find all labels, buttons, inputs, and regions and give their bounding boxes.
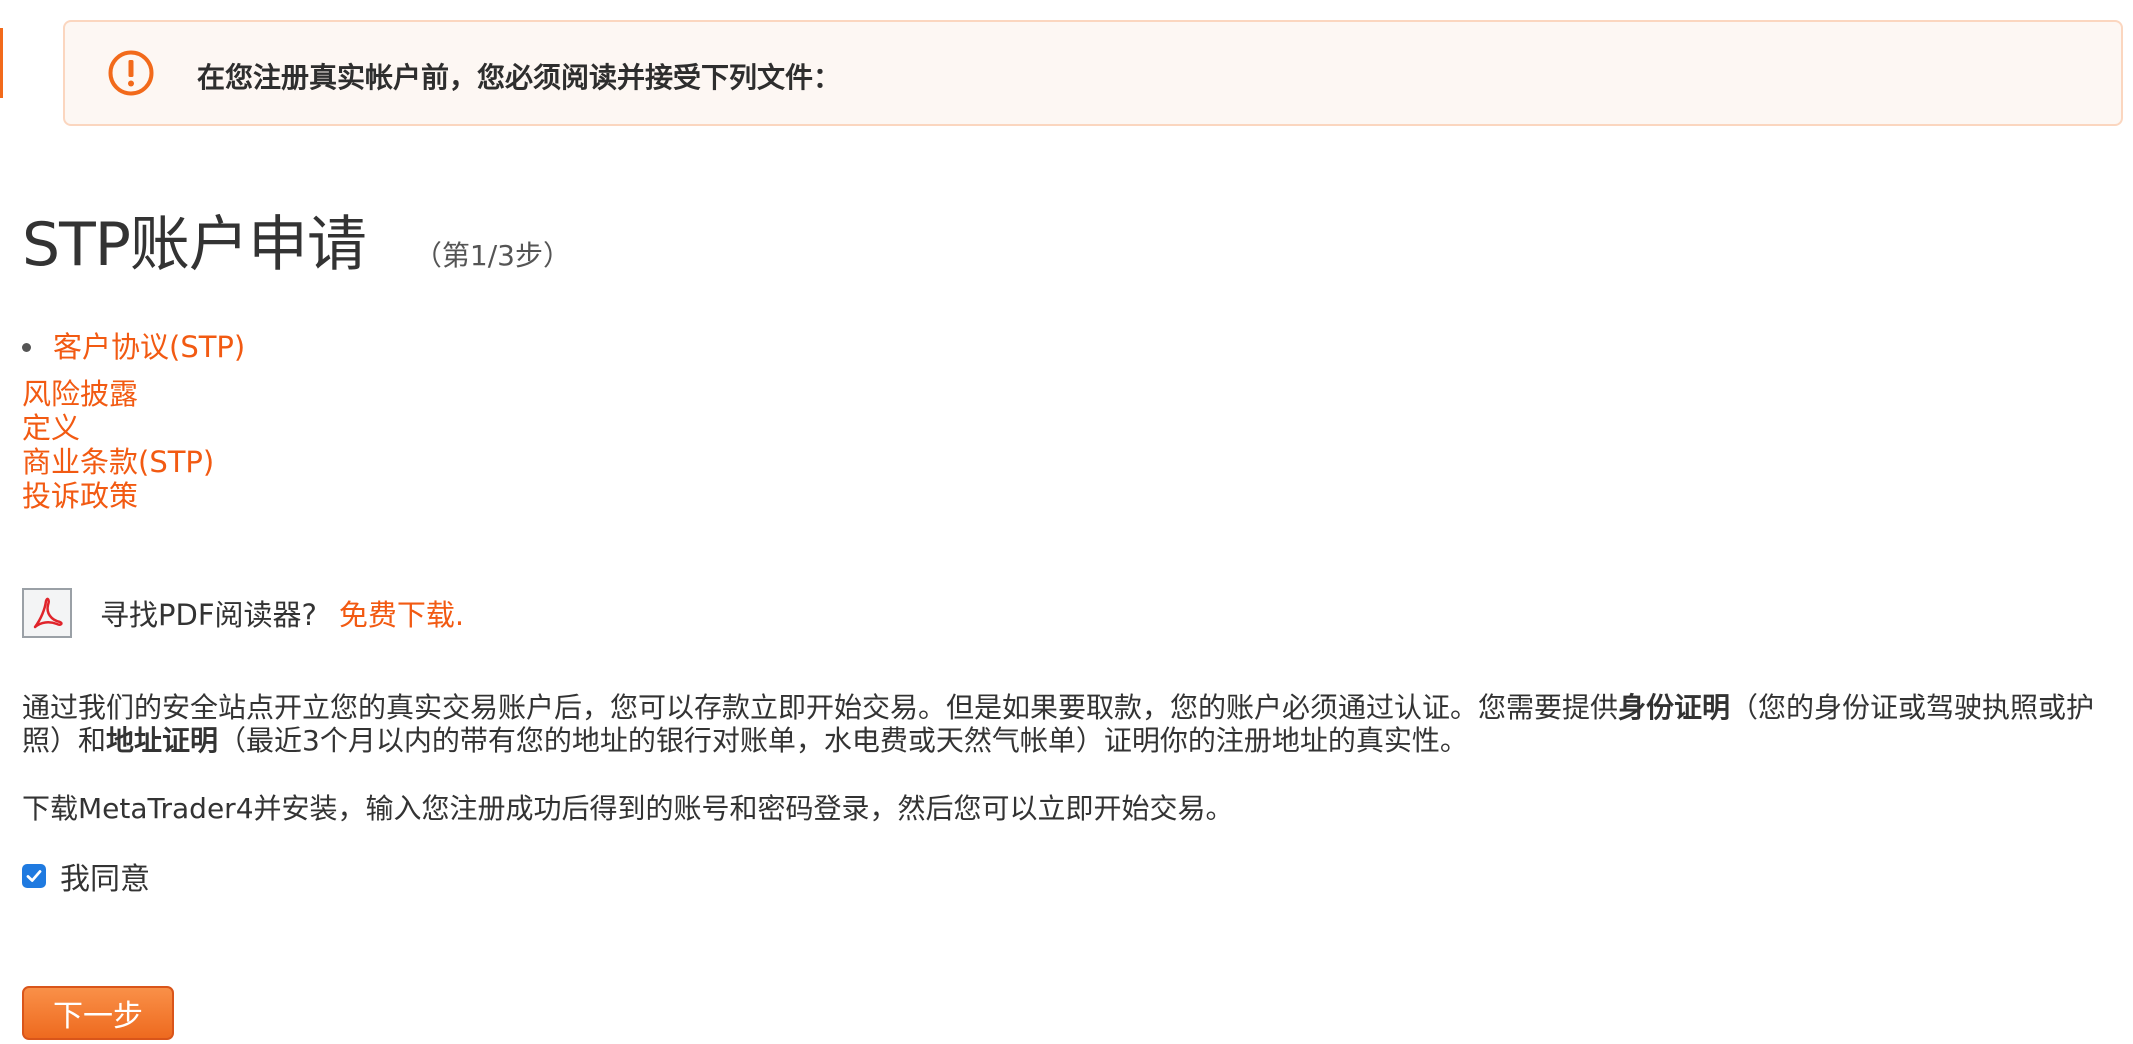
- agree-checkbox[interactable]: [22, 864, 46, 888]
- document-link-definitions[interactable]: 定义: [22, 411, 245, 445]
- agree-row: 我同意: [22, 854, 150, 898]
- agree-label[interactable]: 我同意: [60, 854, 150, 898]
- document-list: 客户协议(STP) 风险披露 定义 商业条款(STP) 投诉政策: [22, 330, 245, 513]
- info-text-part: 通过我们的安全站点开立您的真实交易账户后，您可以存款立即开始交易。但是如果要取款…: [22, 691, 1619, 724]
- bullet-icon: [22, 342, 31, 352]
- info-text-part: （最近3个月以内的带有您的地址的银行对账单，水电费或天然气帐单）证明你的注册地址…: [218, 724, 1468, 757]
- mt4-instructions: 下载MetaTrader4并安装，输入您注册成功后得到的账号和密码登录，然后您可…: [22, 792, 1234, 825]
- free-download-link[interactable]: 免费下载.: [339, 592, 464, 634]
- document-link-complaints-policy[interactable]: 投诉政策: [22, 479, 245, 513]
- address-proof-label: 地址证明: [106, 724, 219, 757]
- left-edge-accent: [0, 28, 3, 98]
- identity-proof-label: 身份证明: [1618, 691, 1731, 724]
- account-info-paragraph: 通过我们的安全站点开立您的真实交易账户后，您可以存款立即开始交易。但是如果要取款…: [22, 691, 2132, 757]
- step-indicator: （第1/3步）: [413, 239, 571, 272]
- notice-banner: 在您注册真实帐户前，您必须阅读并接受下列文件：: [63, 20, 2123, 126]
- document-link-risk-disclosure[interactable]: 风险披露: [22, 377, 245, 411]
- checkmark-icon: [26, 870, 42, 882]
- page: 在您注册真实帐户前，您必须阅读并接受下列文件： STP账户申请 （第1/3步） …: [0, 0, 2133, 1044]
- document-link-business-terms[interactable]: 商业条款(STP): [22, 445, 245, 479]
- notice-text: 在您注册真实帐户前，您必须阅读并接受下列文件：: [197, 61, 842, 94]
- pdf-reader-prompt: 寻找PDF阅读器?: [100, 598, 317, 632]
- pdf-reader-icon[interactable]: [22, 588, 72, 638]
- document-list-item: 客户协议(STP): [22, 330, 245, 364]
- page-header: STP账户申请 （第1/3步）: [22, 196, 571, 283]
- next-step-button[interactable]: 下一步: [22, 986, 174, 1040]
- exclamation-circle-icon: [108, 50, 154, 96]
- pdf-reader-row: 寻找PDF阅读器? 免费下载.: [22, 588, 464, 638]
- page-title: STP账户申请: [22, 210, 367, 280]
- document-link-client-agreement[interactable]: 客户协议(STP): [53, 330, 245, 364]
